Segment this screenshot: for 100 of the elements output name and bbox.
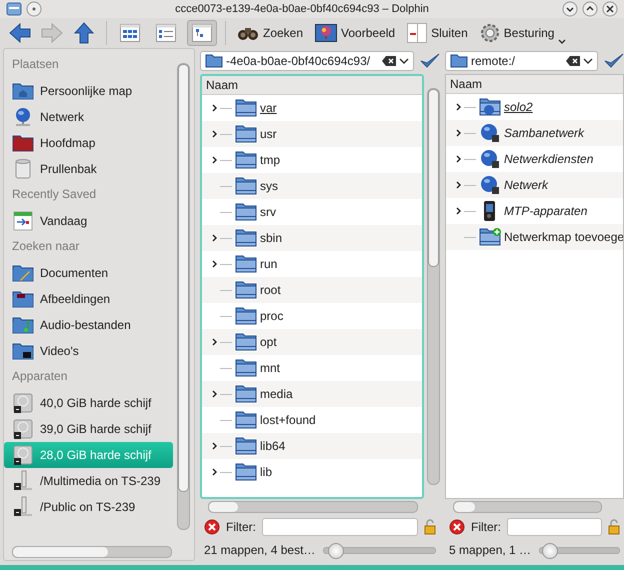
place-item[interactable]: Afbeeldingen <box>4 286 173 312</box>
details-view-button[interactable] <box>187 20 217 46</box>
file-name[interactable]: Netwerk <box>504 178 548 192</box>
horizontal-scrollbar[interactable] <box>12 546 172 558</box>
folder-icon <box>12 82 34 100</box>
file-name[interactable]: run <box>260 257 278 271</box>
filter-field[interactable] <box>262 518 418 536</box>
folder-icon <box>479 228 501 246</box>
file-name[interactable]: usr <box>260 127 277 141</box>
file-name[interactable]: mnt <box>260 361 280 375</box>
place-item[interactable]: 39,0 GiB harde schijf <box>4 416 173 442</box>
filter-label: Filter: <box>226 520 256 534</box>
place-item[interactable]: Audio-bestanden <box>4 312 173 338</box>
clear-icon[interactable] <box>566 56 580 66</box>
place-item[interactable]: /Multimedia on TS-239 <box>4 468 173 494</box>
file-name[interactable]: var <box>260 101 277 115</box>
file-name[interactable]: srv <box>260 205 276 219</box>
folder-icon <box>235 385 257 403</box>
file-name[interactable]: media <box>260 387 293 401</box>
clear-filter-icon[interactable] <box>204 519 220 535</box>
horizontal-scrollbar[interactable] <box>208 501 418 513</box>
file-name[interactable]: tmp <box>260 153 280 167</box>
globe-icon <box>479 175 501 195</box>
up-arrow-icon[interactable] <box>72 21 96 45</box>
app-menu-icon[interactable] <box>6 1 22 17</box>
folder-icon <box>235 99 257 117</box>
status-text: 5 mappen, 1 … <box>449 543 532 557</box>
window-title: ccce0073-e139-4e0a-b0ae-0bf40c694c93 – Dolphin <box>174 3 430 15</box>
location-field[interactable]: remote:/ <box>445 51 598 71</box>
dropdown-caret-icon[interactable] <box>399 58 409 64</box>
pin-icon[interactable] <box>26 1 42 17</box>
column-header[interactable]: Naam <box>202 76 422 95</box>
file-name[interactable]: root <box>260 283 281 297</box>
section-header: Plaatsen <box>11 56 60 73</box>
place-item[interactable]: Prullenbak <box>4 156 173 182</box>
folder-icon <box>235 281 257 299</box>
preview-button[interactable]: Voorbeeld <box>312 24 398 42</box>
clear-icon[interactable] <box>382 56 396 66</box>
folder-icon <box>235 203 257 221</box>
lock-icon[interactable] <box>424 519 436 535</box>
folder-icon <box>235 229 257 247</box>
place-item[interactable]: Video's <box>4 338 173 364</box>
minimize-icon[interactable] <box>562 1 578 17</box>
place-item[interactable]: Vandaag <box>4 208 173 234</box>
file-name[interactable]: proc <box>260 309 284 323</box>
place-item[interactable]: Persoonlijke map <box>4 78 173 104</box>
balloon-picture-icon <box>315 24 338 42</box>
file-name[interactable]: sys <box>260 179 278 193</box>
file-name[interactable]: opt <box>260 335 277 349</box>
clear-filter-icon[interactable] <box>449 519 465 535</box>
hard-drive-icon <box>12 418 34 440</box>
filter-label: Filter: <box>471 520 501 534</box>
zoom-slider-thumb[interactable] <box>542 542 558 558</box>
control-menu-button[interactable]: Besturing <box>476 23 570 43</box>
lock-icon[interactable] <box>608 519 620 535</box>
location-field[interactable]: -4e0a-b0ae-0bf40c694c93/ <box>200 51 414 71</box>
horizontal-scrollbar[interactable] <box>453 501 602 513</box>
folder-icon <box>12 342 34 360</box>
hard-drive-icon <box>12 444 34 466</box>
folder-icon <box>12 134 34 152</box>
back-arrow-icon[interactable] <box>8 21 32 45</box>
folder-icon <box>235 307 257 325</box>
split-close-button[interactable]: Sluiten <box>404 23 471 43</box>
checkmark-icon[interactable] <box>420 53 440 69</box>
file-name[interactable]: lib64 <box>260 439 286 453</box>
close-icon[interactable] <box>602 1 618 17</box>
vertical-scrollbar[interactable] <box>177 63 190 530</box>
folder-icon <box>235 177 257 195</box>
file-name[interactable]: lost+found <box>260 413 316 427</box>
checkmark-icon[interactable] <box>604 53 624 69</box>
folder-icon <box>235 151 257 169</box>
folder-icon <box>205 54 223 68</box>
zoom-slider-thumb[interactable] <box>328 542 344 558</box>
caret-icon <box>558 39 566 45</box>
filter-field[interactable] <box>507 518 602 536</box>
maximize-icon[interactable] <box>582 1 598 17</box>
place-item[interactable]: Documenten <box>4 260 173 286</box>
folder-icon <box>235 463 257 481</box>
file-name[interactable]: Netwerkdiensten <box>504 152 594 166</box>
network-drive-icon <box>12 470 34 492</box>
place-item[interactable]: Hoofdmap <box>4 130 173 156</box>
section-header: Apparaten <box>11 368 68 385</box>
search-button[interactable]: Zoeken <box>234 24 306 42</box>
file-name[interactable]: sbin <box>260 231 282 245</box>
globe-icon <box>479 149 501 169</box>
place-item[interactable]: /Public on TS-239 <box>4 494 173 520</box>
folder-icon <box>450 54 468 68</box>
network-drive-icon <box>12 496 34 518</box>
gear-icon <box>480 23 500 43</box>
folder-icon <box>479 98 501 116</box>
file-name[interactable]: MTP-apparaten <box>504 204 588 218</box>
dropdown-caret-icon[interactable] <box>583 58 593 64</box>
place-item[interactable]: 40,0 GiB harde schijf <box>4 390 173 416</box>
section-header: Zoeken naar <box>11 238 80 255</box>
file-name[interactable]: lib <box>260 465 272 479</box>
vertical-scrollbar[interactable] <box>427 88 440 485</box>
file-name[interactable]: solo2 <box>504 100 533 114</box>
place-item[interactable]: Netwerk <box>4 104 173 130</box>
column-header[interactable]: Naam <box>446 75 623 94</box>
folder-icon <box>12 264 34 282</box>
